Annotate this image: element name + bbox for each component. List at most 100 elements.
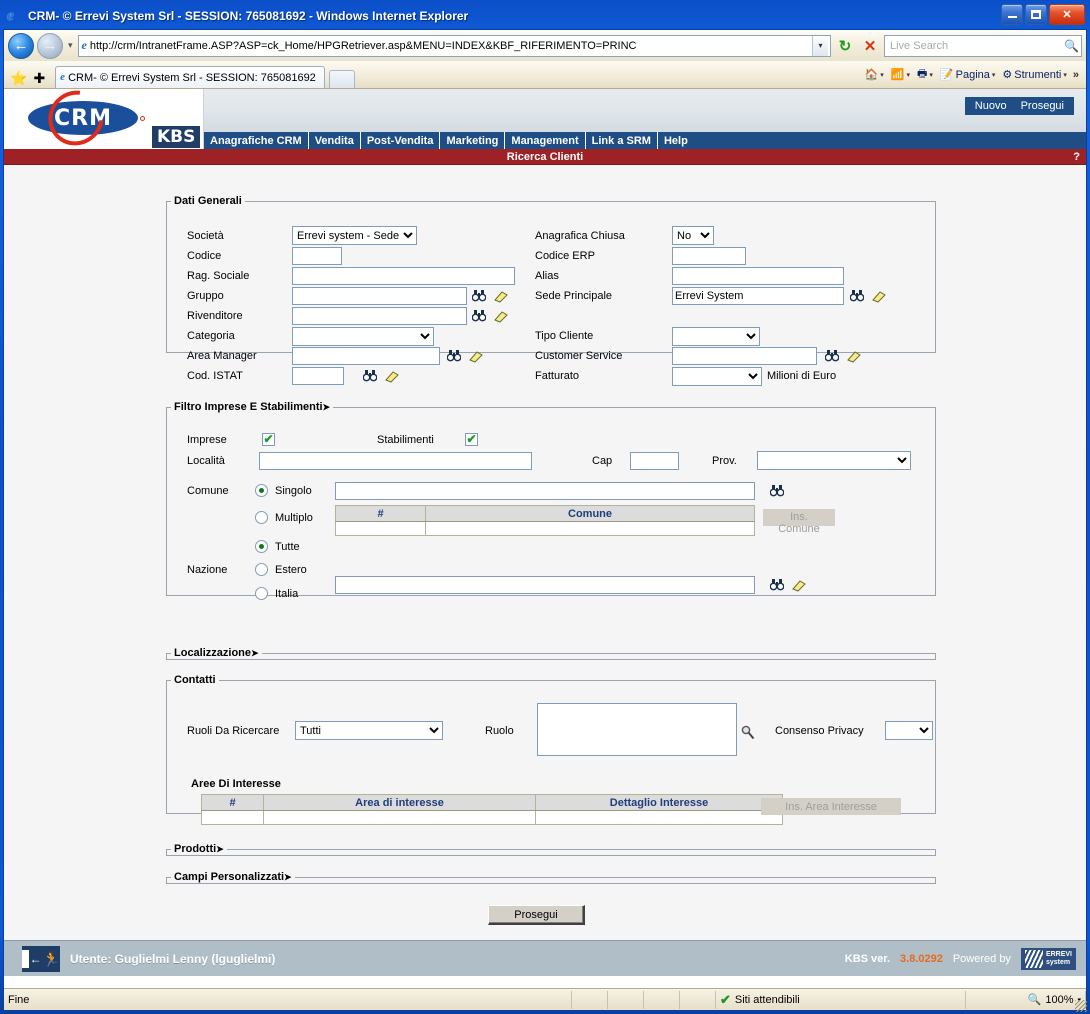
tools-menu-button[interactable]: ⚙ Strumenti ▾ <box>999 67 1069 82</box>
nazione-estero-radio[interactable] <box>255 563 268 576</box>
nazione-tutte-radio[interactable] <box>255 540 268 553</box>
ins-area-interesse-button[interactable]: Ins. Area Interesse <box>761 798 901 815</box>
nazione-search-binoculars-icon[interactable] <box>770 578 784 591</box>
recent-pages-dropdown-icon[interactable]: ▾ <box>66 40 75 51</box>
label-estero: Estero <box>275 564 307 576</box>
ins-comune-button[interactable]: Ins. Comune <box>763 509 835 535</box>
table-row[interactable] <box>335 521 755 536</box>
rivenditore-search-binoculars-icon[interactable] <box>472 309 486 322</box>
comune-input[interactable] <box>335 482 755 500</box>
resize-grip[interactable] <box>1075 1000 1087 1012</box>
browser-chrome: ← → ▾ e http://crm/IntranetFrame.ASP?ASP… <box>3 29 1087 1012</box>
label-imprese: Imprese <box>187 434 227 446</box>
menu-item-marketing[interactable]: Marketing <box>440 132 506 149</box>
gruppo-input[interactable] <box>292 287 467 305</box>
close-button[interactable]: ✕ <box>1049 4 1085 25</box>
back-button[interactable]: ← <box>8 32 34 59</box>
customer-service-search-binoculars-icon[interactable] <box>825 349 839 362</box>
forward-button[interactable]: → <box>37 32 63 59</box>
gruppo-clear-eraser-icon[interactable] <box>493 290 508 303</box>
stop-button[interactable]: ✕ <box>859 35 881 57</box>
cod-istat-clear-eraser-icon[interactable] <box>384 370 399 383</box>
tipo-cliente-select[interactable] <box>672 327 760 346</box>
logout-exit-icon[interactable]: ← 🏃 <box>22 945 60 972</box>
prosegui-top-button[interactable]: Prosegui <box>1021 100 1064 112</box>
new-tab-button[interactable] <box>328 70 355 88</box>
maximize-button[interactable] <box>1025 4 1047 25</box>
menu-item-post-vendita[interactable]: Post-Vendita <box>360 132 441 149</box>
address-bar[interactable]: e http://crm/IntranetFrame.ASP?ASP=ck_Ho… <box>77 34 831 57</box>
toolbar-overflow-icon[interactable]: » <box>1071 69 1082 81</box>
consenso-privacy-select[interactable] <box>885 721 933 740</box>
prov-select[interactable] <box>757 451 911 470</box>
codice-erp-input[interactable] <box>672 247 746 265</box>
label-codice: Codice <box>187 250 222 262</box>
address-dropdown-icon[interactable]: ▾ <box>812 35 828 56</box>
section-campi-personalizzati-legend[interactable]: Campi Personalizzati➤ <box>171 871 295 883</box>
menu-item-link-a-srm[interactable]: Link a SRM <box>585 132 658 149</box>
help-icon[interactable]: ? <box>1073 151 1080 163</box>
imprese-checkbox[interactable]: ✔ <box>262 433 275 446</box>
menu-item-vendita[interactable]: Vendita <box>308 132 361 149</box>
minimize-button[interactable] <box>1001 4 1023 25</box>
section-filtro-imprese-legend[interactable]: Filtro Imprese E Stabilimenti➤ <box>171 401 333 413</box>
cod-istat-search-binoculars-icon[interactable] <box>363 369 377 382</box>
home-button[interactable]: 🏠 ▾ <box>862 67 887 82</box>
sede-principale-clear-eraser-icon[interactable] <box>871 290 886 303</box>
anagrafica-chiusa-select[interactable]: No <box>672 226 714 245</box>
estero-input[interactable] <box>335 576 755 594</box>
nazione-italia-radio[interactable] <box>255 587 268 600</box>
stabilimenti-checkbox[interactable]: ✔ <box>465 433 478 446</box>
comune-multiplo-radio[interactable] <box>255 511 268 524</box>
zoom-control[interactable]: 🔍 100% ▾ <box>966 990 1086 1009</box>
table-row[interactable] <box>201 810 783 825</box>
favorites-center-icon[interactable]: ⭐ <box>8 71 29 88</box>
alias-input[interactable] <box>672 267 844 285</box>
localita-input[interactable] <box>259 452 532 470</box>
cod-istat-input[interactable] <box>292 367 344 385</box>
cap-input[interactable] <box>630 452 679 470</box>
nazione-clear-eraser-icon[interactable] <box>791 579 806 592</box>
customer-service-clear-eraser-icon[interactable] <box>846 350 861 363</box>
prosegui-submit-button[interactable]: Prosegui <box>488 905 585 925</box>
area-manager-input[interactable] <box>292 347 440 365</box>
feeds-button[interactable]: 📶 ▾ <box>888 67 913 82</box>
codice-input[interactable] <box>292 247 342 265</box>
rag-sociale-input[interactable] <box>292 267 515 285</box>
ruoli-da-ricercare-select[interactable]: Tutti <box>295 721 443 740</box>
menu-item-management[interactable]: Management <box>505 132 586 149</box>
search-box[interactable]: Live Search 🔍 <box>884 34 1082 57</box>
gruppo-search-binoculars-icon[interactable] <box>472 289 486 302</box>
section-localizzazione-legend[interactable]: Localizzazione➤ <box>171 647 262 659</box>
refresh-button[interactable]: ↻ <box>834 35 856 57</box>
section-campi-personalizzati[interactable]: Campi Personalizzati➤ <box>166 871 936 884</box>
nuovo-button[interactable]: Nuovo <box>975 100 1007 112</box>
menu-item-anagrafiche-crm[interactable]: Anagrafiche CRM <box>204 132 309 149</box>
page-menu-button[interactable]: 📝 Pagina ▾ <box>937 67 998 82</box>
comune-search-binoculars-icon[interactable] <box>770 484 784 497</box>
ruolo-textarea[interactable] <box>537 703 737 756</box>
fatturato-select[interactable] <box>672 367 762 386</box>
security-zone[interactable]: ✔ Siti attendibili <box>716 990 966 1009</box>
rivenditore-clear-eraser-icon[interactable] <box>493 310 508 323</box>
section-prodotti-legend[interactable]: Prodotti➤ <box>171 843 227 855</box>
area-manager-search-binoculars-icon[interactable] <box>447 349 461 362</box>
powered-by-label: Powered by <box>952 952 1011 965</box>
area-manager-clear-eraser-icon[interactable] <box>468 350 483 363</box>
menu-item-help[interactable]: Help <box>657 132 1086 149</box>
comune-singolo-radio[interactable] <box>255 484 268 497</box>
browser-tab[interactable]: e CRM- © Errevi System Srl - SESSION: 76… <box>55 66 325 88</box>
section-localizzazione[interactable]: Localizzazione➤ <box>166 647 936 660</box>
search-icon[interactable]: 🔍 <box>1064 39 1079 53</box>
add-to-favorites-icon[interactable]: ✚ <box>31 71 47 88</box>
societa-select[interactable]: Errevi system - Sede <box>292 226 417 245</box>
sede-principale-search-binoculars-icon[interactable] <box>850 289 864 302</box>
customer-service-input[interactable] <box>672 347 817 365</box>
rivenditore-input[interactable] <box>292 307 467 325</box>
search-input[interactable]: Live Search <box>887 40 1064 52</box>
categoria-select[interactable] <box>292 327 434 346</box>
sede-principale-input[interactable] <box>672 287 844 305</box>
section-prodotti[interactable]: Prodotti➤ <box>166 843 936 856</box>
ruolo-search-magnifier-icon[interactable] <box>741 725 755 740</box>
print-button[interactable]: 🖶 ▾ <box>914 64 936 85</box>
